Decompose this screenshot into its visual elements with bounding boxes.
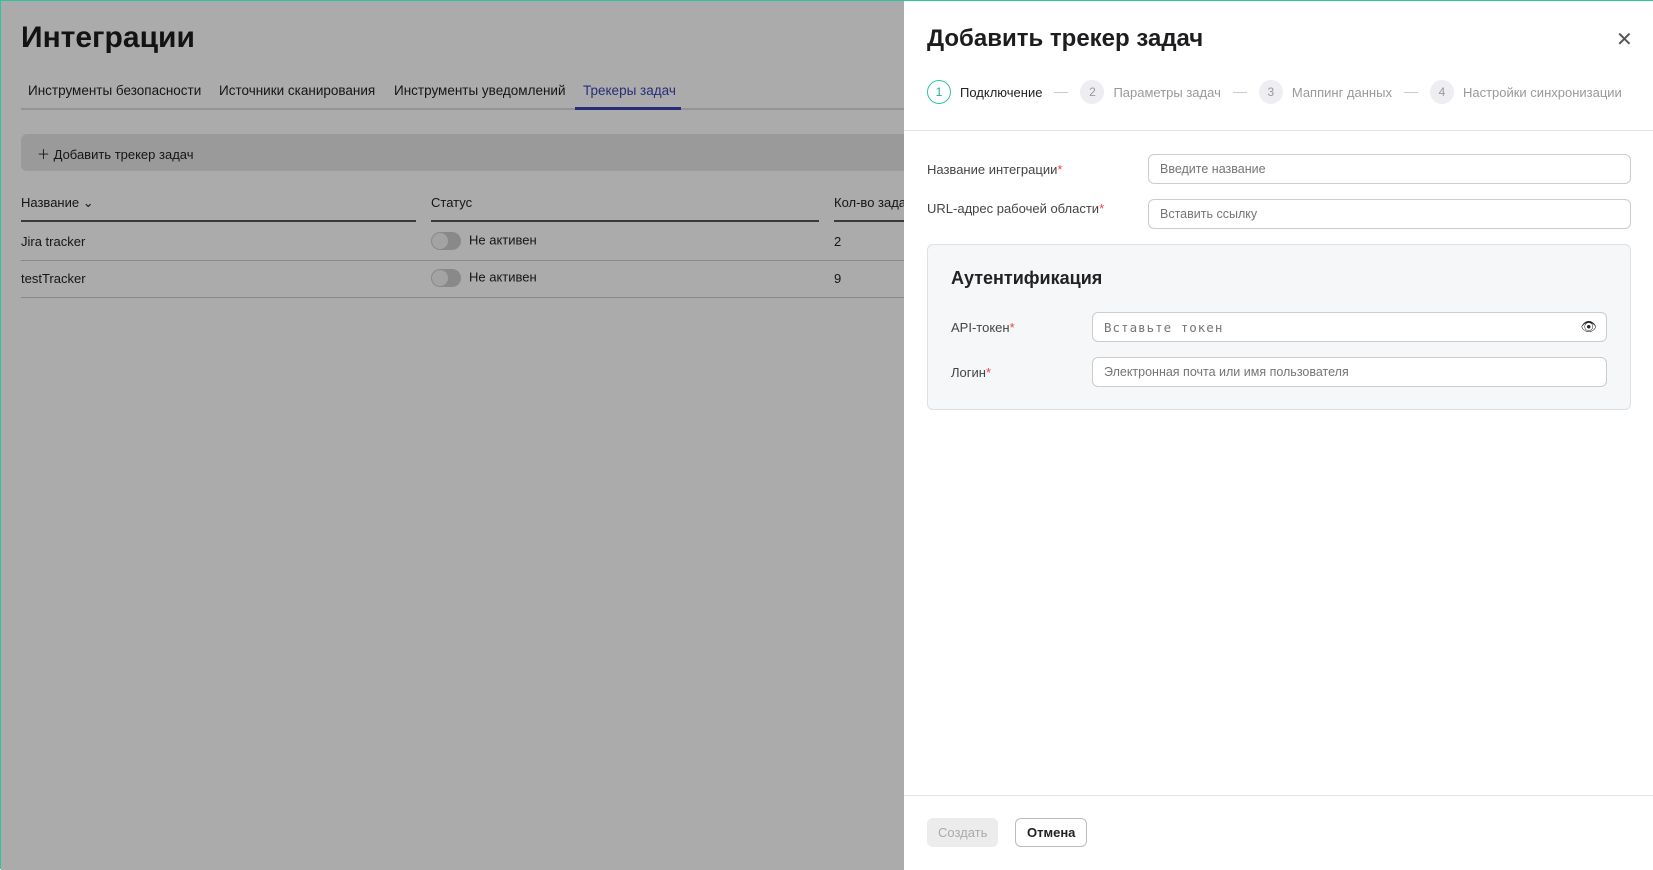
- step-separator: [1403, 91, 1418, 93]
- api-token-label: API-токен*: [951, 320, 1015, 335]
- login-label: Логин*: [951, 365, 992, 380]
- modal-backdrop[interactable]: [1, 1, 904, 870]
- add-tracker-drawer: Добавить трекер задач ✕ 1 Подключение 2 Па…: [904, 1, 1653, 870]
- step-separator: [1232, 91, 1247, 93]
- create-button[interactable]: Создать: [927, 818, 999, 847]
- cancel-button[interactable]: Отмена: [1015, 818, 1088, 847]
- eye-icon[interactable]: 👁: [1580, 319, 1597, 335]
- step-number: 3: [1258, 80, 1283, 104]
- stepper: 1 Подключение 2 Параметры задач 3 Маппинг д…: [927, 80, 1622, 104]
- workspace-url-label: URL-адрес рабочей области*: [927, 201, 1105, 216]
- step-task-params: Параметры задач: [1113, 84, 1221, 100]
- api-token-input[interactable]: [1092, 312, 1607, 342]
- login-input[interactable]: [1092, 357, 1607, 387]
- step-number: 4: [1429, 80, 1454, 104]
- integration-name-label: Название интеграции*: [927, 162, 1063, 177]
- api-token-field: 👁: [1092, 312, 1607, 342]
- step-separator: [1054, 91, 1069, 93]
- auth-title: Аутентификация: [951, 268, 1103, 288]
- integration-name-input[interactable]: [1148, 154, 1631, 184]
- step-number: 2: [1080, 80, 1105, 104]
- drawer-title: Добавить трекер задач: [927, 25, 1204, 52]
- authentication-section: Аутентификация API-токен* 👁 Логин*: [927, 244, 1631, 410]
- step-number: 1: [927, 80, 951, 104]
- step-connection: Подключение: [960, 84, 1043, 100]
- step-data-mapping: Маппинг данных: [1291, 84, 1392, 100]
- workspace-url-input[interactable]: [1148, 199, 1631, 229]
- close-icon[interactable]: ✕: [1616, 27, 1633, 52]
- header-divider: [904, 130, 1653, 131]
- step-sync-settings: Настройки синхронизации: [1462, 84, 1622, 100]
- footer-divider: [904, 795, 1653, 796]
